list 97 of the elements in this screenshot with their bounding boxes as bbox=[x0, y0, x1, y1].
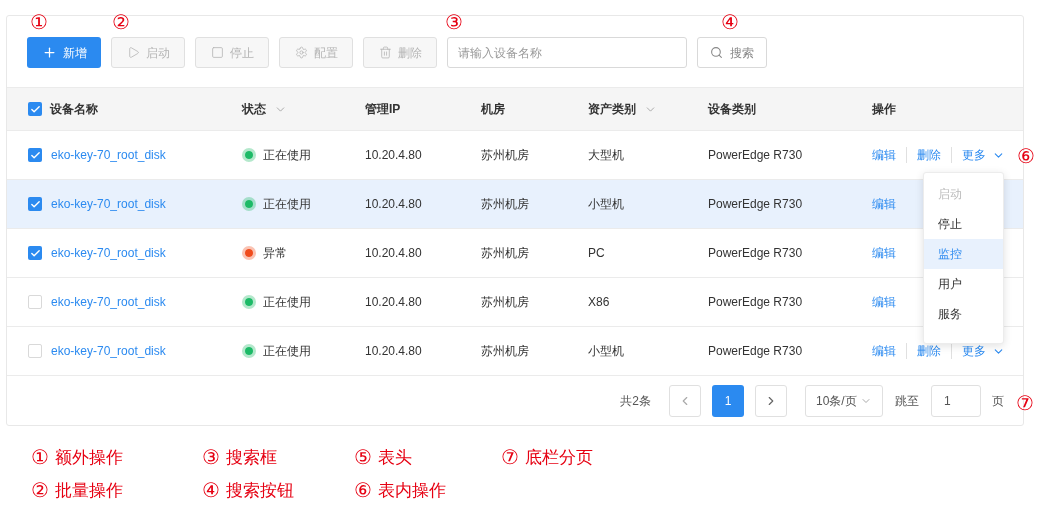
legend-marker: ⑦ bbox=[501, 447, 519, 467]
checkbox[interactable] bbox=[28, 344, 42, 358]
total-count: 共2条 bbox=[620, 392, 651, 410]
annotation-marker: ① bbox=[30, 12, 48, 32]
status-text: 正在使用 bbox=[263, 343, 311, 360]
legend-marker: ② bbox=[31, 480, 49, 500]
search-field[interactable]: 请输入设备名称 bbox=[447, 37, 687, 68]
action-link[interactable]: 编辑 bbox=[872, 244, 896, 262]
action-link[interactable]: 编辑 bbox=[872, 342, 896, 360]
table-cell: PowerEdge R730 bbox=[708, 344, 803, 358]
button-icon bbox=[294, 46, 308, 59]
search-icon bbox=[710, 46, 723, 59]
jump-label: 跳至 bbox=[895, 392, 919, 410]
menu-item[interactable]: 服务 bbox=[924, 299, 1003, 329]
more-link[interactable]: 更多 bbox=[962, 342, 1005, 360]
page-button[interactable]: 1 bbox=[712, 384, 744, 417]
column-header: 设备名称 bbox=[50, 101, 98, 118]
device-name-link[interactable]: eko-key-70_root_disk bbox=[51, 342, 166, 360]
button-icon bbox=[210, 46, 224, 59]
table-cell: 苏州机房 bbox=[481, 197, 529, 211]
action-link[interactable]: 编辑 bbox=[872, 293, 896, 311]
legend-text: 搜索按钮 bbox=[226, 481, 294, 499]
table-cell: PowerEdge R730 bbox=[708, 295, 803, 309]
table-cell: 10.20.4.80 bbox=[365, 197, 422, 211]
legend-text: 搜索框 bbox=[226, 448, 277, 466]
status-text: 异常 bbox=[263, 245, 287, 262]
table-cell: 小型机 bbox=[588, 197, 624, 211]
annotation-marker: ⑥ bbox=[1017, 146, 1035, 166]
legend-marker: ④ bbox=[202, 480, 220, 500]
table-cell: 10.20.4.80 bbox=[365, 148, 422, 162]
column-header[interactable]: 资产类别 bbox=[588, 100, 636, 118]
table-cell: PowerEdge R730 bbox=[708, 246, 803, 260]
toolbar-button[interactable]: 新增 bbox=[27, 37, 101, 68]
column-header: 管理IP bbox=[365, 101, 401, 118]
annotation-marker: ② bbox=[112, 12, 130, 32]
legend-text: 批量操作 bbox=[55, 481, 123, 499]
table-cell: 苏州机房 bbox=[481, 295, 529, 309]
table-cell: X86 bbox=[588, 295, 610, 309]
table-cell: PowerEdge R730 bbox=[708, 197, 803, 211]
check-icon bbox=[29, 198, 41, 210]
check-icon bbox=[29, 103, 41, 115]
page-unit: 页 bbox=[992, 392, 1004, 410]
legend-text: 底栏分页 bbox=[525, 448, 593, 466]
table-cell: 小型机 bbox=[588, 344, 624, 358]
table-cell: 大型机 bbox=[588, 148, 624, 162]
legend-marker: ③ bbox=[202, 447, 220, 467]
button-icon bbox=[378, 46, 392, 59]
action-link[interactable]: 编辑 bbox=[872, 195, 896, 213]
table-cell: PowerEdge R730 bbox=[708, 148, 803, 162]
table-cell: 苏州机房 bbox=[481, 148, 529, 162]
table-cell: 10.20.4.80 bbox=[365, 295, 422, 309]
next-page-button[interactable] bbox=[755, 384, 787, 417]
button-icon bbox=[126, 46, 140, 59]
status-text: 正在使用 bbox=[263, 196, 311, 213]
annotation-marker: ④ bbox=[721, 12, 739, 32]
page-size-select[interactable]: 10条/页 bbox=[805, 384, 883, 417]
column-header: 机房 bbox=[481, 101, 505, 118]
legend-text: 表内操作 bbox=[378, 481, 446, 499]
table-cell: 10.20.4.80 bbox=[365, 344, 422, 358]
check-icon bbox=[29, 247, 41, 259]
checkbox[interactable] bbox=[28, 197, 42, 211]
previous-page-button[interactable] bbox=[669, 384, 701, 417]
device-name-link[interactable]: eko-key-70_root_disk bbox=[51, 146, 166, 164]
column-header: 设备类别 bbox=[708, 101, 756, 118]
checkbox[interactable] bbox=[28, 102, 42, 116]
table-cell: 苏州机房 bbox=[481, 246, 529, 260]
search-button[interactable]: 搜索 bbox=[697, 37, 767, 68]
table-cell: 苏州机房 bbox=[481, 344, 529, 358]
checkbox[interactable] bbox=[28, 246, 42, 260]
annotation-marker: ⑦ bbox=[1016, 393, 1034, 413]
legend-marker: ⑤ bbox=[354, 447, 372, 467]
annotation-marker: ③ bbox=[445, 12, 463, 32]
action-link[interactable]: 编辑 bbox=[872, 146, 896, 164]
menu-item[interactable]: 用户 bbox=[924, 269, 1003, 299]
checkbox[interactable] bbox=[28, 148, 42, 162]
menu-item[interactable]: 监控 bbox=[924, 239, 1003, 269]
legend-text: 额外操作 bbox=[55, 448, 123, 466]
legend-marker: ⑥ bbox=[354, 480, 372, 500]
device-name-link[interactable]: eko-key-70_root_disk bbox=[51, 195, 166, 213]
status-text: 正在使用 bbox=[263, 294, 311, 311]
action-link[interactable]: 删除 bbox=[917, 146, 941, 164]
legend-marker: ① bbox=[31, 447, 49, 467]
table-cell: 10.20.4.80 bbox=[365, 246, 422, 260]
checkbox[interactable] bbox=[28, 295, 42, 309]
menu-item[interactable]: 停止 bbox=[924, 209, 1003, 239]
button-icon bbox=[41, 45, 57, 60]
column-header: 操作 bbox=[872, 101, 896, 118]
device-name-link[interactable]: eko-key-70_root_disk bbox=[51, 244, 166, 262]
status-text: 正在使用 bbox=[263, 147, 311, 164]
column-header[interactable]: 状态 bbox=[242, 100, 266, 118]
legend-text: 表头 bbox=[378, 448, 412, 466]
check-icon bbox=[29, 149, 41, 161]
action-link[interactable]: 删除 bbox=[917, 342, 941, 360]
more-link[interactable]: 更多 bbox=[962, 146, 1005, 164]
page-jump-field[interactable]: 1 bbox=[931, 384, 981, 417]
device-name-link[interactable]: eko-key-70_root_disk bbox=[51, 293, 166, 311]
table-cell: PC bbox=[588, 246, 605, 260]
